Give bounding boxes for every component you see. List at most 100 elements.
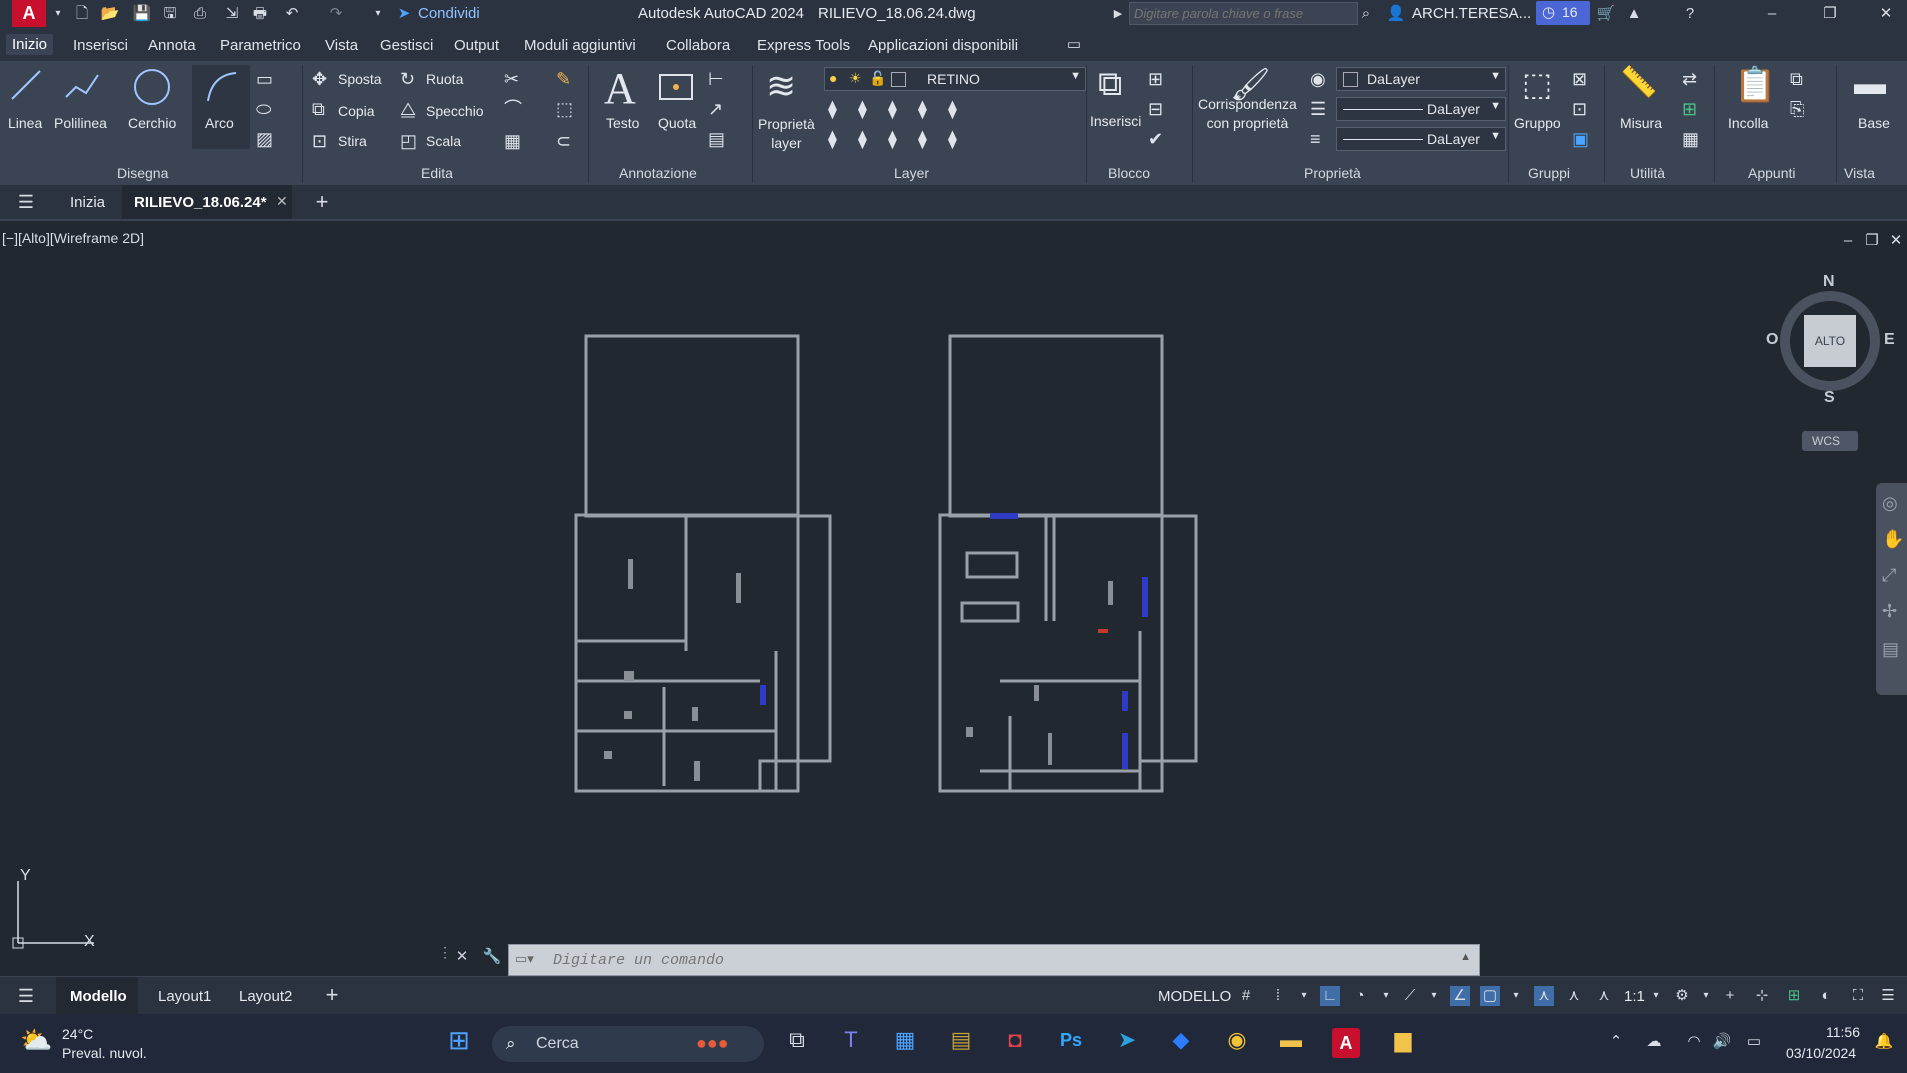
share-label[interactable]: Condividi [418,5,480,22]
color-wheel-icon[interactable]: ◉ [1310,69,1326,89]
line-tool-icon[interactable] [8,67,44,103]
close-icon[interactable]: ✕ [1876,4,1896,24]
gradient-icon[interactable]: ▨ [256,129,273,149]
add-layout-icon[interactable]: + [322,984,342,1006]
lineweight-dropdown[interactable]: DaLayer ▼ [1336,127,1506,151]
save-icon[interactable]: 💾 [132,4,152,24]
viewcube-top-face[interactable]: ALTO [1804,315,1856,367]
tab-gestisci[interactable]: Gestisci [380,37,433,54]
annotation-scale-icon[interactable]: ⋏ [1594,986,1614,1006]
gruppo-label[interactable]: Gruppo [1514,115,1561,131]
search-expand-icon[interactable]: ▶ [1108,4,1128,24]
move-icon[interactable]: ✥ [312,69,327,89]
calculator-icon[interactable]: ▦ [1682,129,1699,149]
cut-clip-icon[interactable]: ⎘ [1790,99,1804,119]
attribute-icon[interactable]: ✔ [1148,129,1163,149]
polar-icon[interactable]: ◔ [1350,986,1370,1006]
minimize-icon[interactable]: – [1762,4,1782,24]
dropbox-icon[interactable]: ◆ [1166,1029,1196,1051]
object-tracking-icon[interactable]: ∠ [1450,986,1470,1006]
notifications-badge[interactable]: ◷ 16 [1536,1,1590,25]
windows-start-icon[interactable]: ⊞ [444,1027,474,1053]
autoscale-icon[interactable]: ⋏ [1564,986,1584,1006]
autocad-logo-icon[interactable]: A [12,0,46,27]
rectangle-icon[interactable]: ▭ [256,69,273,89]
leader-icon[interactable]: ↗ [708,99,723,119]
volume-icon[interactable]: 🔊 [1712,1032,1732,1052]
steering-wheel-icon[interactable]: ◎ [1882,493,1898,514]
offset-icon[interactable]: ⊂ [556,131,571,151]
viewport-restore-icon[interactable]: ❐ [1862,231,1882,251]
blocco-panel-title[interactable]: Blocco [1108,165,1150,181]
navigation-bar[interactable]: ◎ ✋ ⤢ ✢ ▤ [1876,483,1907,695]
corrispondenza-label[interactable]: Corrispondenza con proprietà [1198,95,1297,133]
command-input[interactable] [551,948,1435,972]
linetype-dropdown[interactable]: DaLayer ▼ [1336,97,1506,121]
annotazione-panel-title[interactable]: Annotazione [619,165,697,181]
layer-properties-icon[interactable]: ≋ [766,65,796,107]
drawing-area[interactable]: [−][Alto][Wireframe 2D] – ❐ ✕ ALTO N S E… [0,221,1907,976]
layer-tool-9-icon[interactable]: ⧫ [918,129,927,149]
viewcube-south[interactable]: S [1824,389,1835,407]
layer-tool-10-icon[interactable]: ⧫ [948,129,957,149]
group-icon[interactable]: ⬚ [1522,65,1552,103]
photoshop-icon[interactable]: Ps [1056,1030,1086,1050]
gruppi-panel-title[interactable]: Gruppi [1528,165,1570,181]
viewcube-north[interactable]: N [1823,273,1835,291]
new-tab-icon[interactable]: + [312,191,332,213]
command-close-icon[interactable]: ✕ [452,947,472,967]
sposta-label[interactable]: Sposta [338,71,382,87]
user-name[interactable]: ARCH.TERESA... [1412,5,1531,22]
utilita-panel-title[interactable]: Utilità [1630,165,1665,181]
teams-icon[interactable]: T [836,1029,866,1051]
lineweight-icon[interactable]: ≡ [1310,129,1321,149]
close-tab-icon[interactable]: ✕ [276,193,288,210]
edit-block-icon[interactable]: ⊟ [1148,99,1163,119]
viewport-close-icon[interactable]: ✕ [1886,231,1906,251]
proprieta-layer-label[interactable]: Proprietà layer [758,115,815,153]
tab-output[interactable]: Output [454,37,499,54]
chevron-down-icon[interactable]: ▾ [48,4,68,24]
app-icon-2[interactable]: ◘ [1000,1029,1030,1051]
tab-express-tools[interactable]: Express Tools [757,37,850,54]
tray-overflow-icon[interactable]: ⌃ [1606,1032,1626,1052]
menu-icon[interactable]: ☰ [16,192,36,212]
command-history-icon[interactable]: ▲ [1460,951,1471,963]
group-select-icon[interactable]: ▣ [1572,129,1589,149]
quota-label[interactable]: Quota [658,115,696,131]
utility-1-icon[interactable]: ⇄ [1682,69,1697,89]
fillet-icon[interactable]: ⌒ [504,99,522,119]
table-icon[interactable]: ▤ [708,129,725,149]
ortho-icon[interactable]: ∟ [1320,986,1340,1006]
array-icon[interactable]: ▦ [504,131,521,151]
layer-tool-4-icon[interactable]: ⧫ [918,99,927,119]
linea-label[interactable]: Linea [8,115,42,131]
tab-applicazioni[interactable]: Applicazioni disponibili [868,37,1018,54]
tab-parametrico[interactable]: Parametrico [220,37,301,54]
save-as-icon[interactable]: 🖫 [160,4,180,24]
arc-tool-button[interactable]: Arco [192,65,250,149]
erase-icon[interactable]: ✎ [556,69,571,89]
incolla-label[interactable]: Incolla [1728,115,1768,131]
appunti-panel-title[interactable]: Appunti [1748,165,1795,181]
qat-dropdown-icon[interactable]: ▾ [368,4,388,24]
scale-icon[interactable]: ◰ [400,131,417,151]
user-icon[interactable]: 👤 [1386,4,1406,24]
tab-moduli[interactable]: Moduli aggiuntivi [524,37,636,54]
command-line[interactable]: ▭▾ ▲ [508,944,1480,976]
isodraft-dropdown-icon[interactable]: ▾ [1424,986,1444,1006]
layer-tool-5-icon[interactable]: ⧫ [948,99,957,119]
zoom-extents-icon[interactable]: ⤢ [1882,565,1896,586]
quick-properties-icon[interactable]: ⊞ [1784,986,1804,1006]
cerchio-label[interactable]: Cerchio [128,115,176,131]
vista-panel-title[interactable]: Vista [1844,165,1875,181]
tab-collabora[interactable]: Collabora [666,37,730,54]
ribbon-minimize-icon[interactable]: ▭ [1064,35,1084,55]
store-icon[interactable]: ▦ [890,1029,920,1051]
osnap-dropdown-icon[interactable]: ▾ [1506,986,1526,1006]
layer-tool-7-icon[interactable]: ⧫ [858,129,867,149]
layer-panel-title[interactable]: Layer [894,165,929,181]
rotate-icon[interactable]: ↻ [400,69,415,89]
ungroup-icon[interactable]: ⊠ [1572,69,1587,89]
layer-dropdown[interactable]: ● ☀ 🔓 RETINO ▼ [824,67,1086,91]
